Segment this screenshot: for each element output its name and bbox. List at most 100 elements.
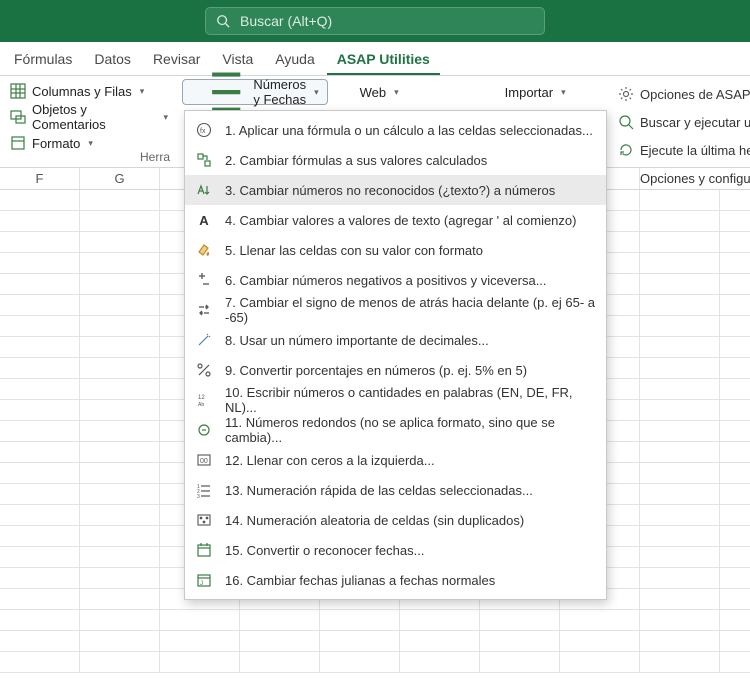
menu-item-7[interactable]: 7. Cambiar el signo de menos de atrás ha…	[185, 295, 606, 325]
grid-cell[interactable]	[640, 463, 720, 483]
grid-cell[interactable]	[0, 568, 80, 588]
grid-cell[interactable]	[640, 631, 720, 651]
search-box[interactable]: Buscar (Alt+Q)	[205, 7, 545, 35]
grid-cell[interactable]	[0, 253, 80, 273]
menu-item-12[interactable]: 00 12. Llenar con ceros a la izquierda..…	[185, 445, 606, 475]
grid-cell[interactable]	[320, 610, 400, 630]
menu-item-1[interactable]: fx 1. Aplicar una fórmula o un cálculo a…	[185, 115, 606, 145]
grid-cell[interactable]	[640, 190, 720, 210]
grid-cell[interactable]	[80, 463, 160, 483]
grid-cell[interactable]	[640, 274, 720, 294]
grid-cell[interactable]	[720, 232, 750, 252]
menu-item-13[interactable]: 123 13. Numeración rápida de las celdas …	[185, 475, 606, 505]
grid-cell[interactable]	[80, 274, 160, 294]
grid-cell[interactable]	[720, 589, 750, 609]
grid-cell[interactable]	[80, 631, 160, 651]
grid-cell[interactable]	[720, 421, 750, 441]
grid-cell[interactable]	[720, 274, 750, 294]
grid-cell[interactable]	[400, 652, 480, 672]
grid-cell[interactable]	[640, 379, 720, 399]
grid-cell[interactable]	[0, 547, 80, 567]
grid-cell[interactable]	[0, 190, 80, 210]
grid-cell[interactable]	[80, 337, 160, 357]
columnas-filas-button[interactable]: Columnas y Filas▾	[4, 79, 174, 103]
grid-cell[interactable]	[640, 442, 720, 462]
grid-cell[interactable]	[480, 652, 560, 672]
grid-cell[interactable]	[560, 652, 640, 672]
grid-cell[interactable]	[640, 652, 720, 672]
grid-cell[interactable]	[720, 547, 750, 567]
menu-item-2[interactable]: 2. Cambiar fórmulas a sus valores calcul…	[185, 145, 606, 175]
grid-row[interactable]	[0, 631, 750, 652]
menu-item-14[interactable]: 14. Numeración aleatoria de celdas (sin …	[185, 505, 606, 535]
opciones-config-button[interactable]: Opciones y configuración	[618, 166, 750, 190]
tab-ayuda[interactable]: Ayuda	[265, 44, 324, 75]
grid-cell[interactable]	[80, 505, 160, 525]
grid-row[interactable]	[0, 610, 750, 631]
grid-cell[interactable]	[0, 505, 80, 525]
grid-cell[interactable]	[0, 274, 80, 294]
grid-cell[interactable]	[0, 421, 80, 441]
menu-item-6[interactable]: 6. Cambiar números negativos a positivos…	[185, 265, 606, 295]
grid-cell[interactable]	[640, 505, 720, 525]
grid-cell[interactable]	[640, 337, 720, 357]
grid-row[interactable]	[0, 652, 750, 673]
grid-cell[interactable]	[560, 610, 640, 630]
grid-cell[interactable]	[640, 526, 720, 546]
grid-cell[interactable]	[0, 631, 80, 651]
menu-item-11[interactable]: 11. Números redondos (no se aplica forma…	[185, 415, 606, 445]
grid-cell[interactable]	[0, 484, 80, 504]
grid-cell[interactable]	[0, 211, 80, 231]
menu-item-5[interactable]: 5. Llenar las celdas con su valor con fo…	[185, 235, 606, 265]
grid-cell[interactable]	[80, 442, 160, 462]
grid-cell[interactable]	[0, 232, 80, 252]
tab-asap-utilities[interactable]: ASAP Utilities	[327, 44, 440, 75]
grid-cell[interactable]	[720, 568, 750, 588]
grid-cell[interactable]	[720, 442, 750, 462]
col-header[interactable]: G	[80, 168, 160, 189]
grid-cell[interactable]	[720, 253, 750, 273]
menu-item-4[interactable]: A 4. Cambiar valores a valores de texto …	[185, 205, 606, 235]
grid-cell[interactable]	[720, 526, 750, 546]
grid-cell[interactable]	[640, 295, 720, 315]
menu-item-10[interactable]: 12Ab 10. Escribir números o cantidades e…	[185, 385, 606, 415]
grid-cell[interactable]	[720, 631, 750, 651]
ejecute-ultima-button[interactable]: Ejecute la última herrami	[618, 138, 750, 162]
col-header[interactable]: F	[0, 168, 80, 189]
grid-cell[interactable]	[640, 253, 720, 273]
grid-cell[interactable]	[400, 631, 480, 651]
grid-cell[interactable]	[640, 211, 720, 231]
grid-cell[interactable]	[80, 379, 160, 399]
menu-item-15[interactable]: 15. Convertir o reconocer fechas...	[185, 535, 606, 565]
grid-cell[interactable]	[0, 526, 80, 546]
grid-cell[interactable]	[80, 568, 160, 588]
grid-cell[interactable]	[80, 589, 160, 609]
grid-cell[interactable]	[80, 295, 160, 315]
menu-item-9[interactable]: 9. Convertir porcentajes en números (p. …	[185, 355, 606, 385]
grid-cell[interactable]	[80, 421, 160, 441]
grid-cell[interactable]	[80, 484, 160, 504]
grid-cell[interactable]	[640, 400, 720, 420]
grid-cell[interactable]	[720, 484, 750, 504]
grid-cell[interactable]	[400, 610, 480, 630]
grid-cell[interactable]	[640, 232, 720, 252]
opciones-asap-button[interactable]: Opciones de ASAP Utilitie	[618, 82, 750, 106]
grid-cell[interactable]	[720, 337, 750, 357]
grid-cell[interactable]	[0, 652, 80, 672]
grid-cell[interactable]	[560, 631, 640, 651]
grid-cell[interactable]	[80, 190, 160, 210]
grid-cell[interactable]	[320, 652, 400, 672]
grid-cell[interactable]	[160, 610, 240, 630]
grid-cell[interactable]	[640, 421, 720, 441]
grid-cell[interactable]	[720, 379, 750, 399]
grid-cell[interactable]	[0, 610, 80, 630]
grid-cell[interactable]	[240, 631, 320, 651]
grid-cell[interactable]	[0, 316, 80, 336]
tab-formulas[interactable]: Fórmulas	[4, 44, 82, 75]
menu-item-3[interactable]: 3. Cambiar números no reconocidos (¿text…	[185, 175, 606, 205]
grid-cell[interactable]	[640, 589, 720, 609]
grid-cell[interactable]	[640, 568, 720, 588]
grid-cell[interactable]	[80, 232, 160, 252]
grid-cell[interactable]	[0, 589, 80, 609]
grid-cell[interactable]	[480, 631, 560, 651]
